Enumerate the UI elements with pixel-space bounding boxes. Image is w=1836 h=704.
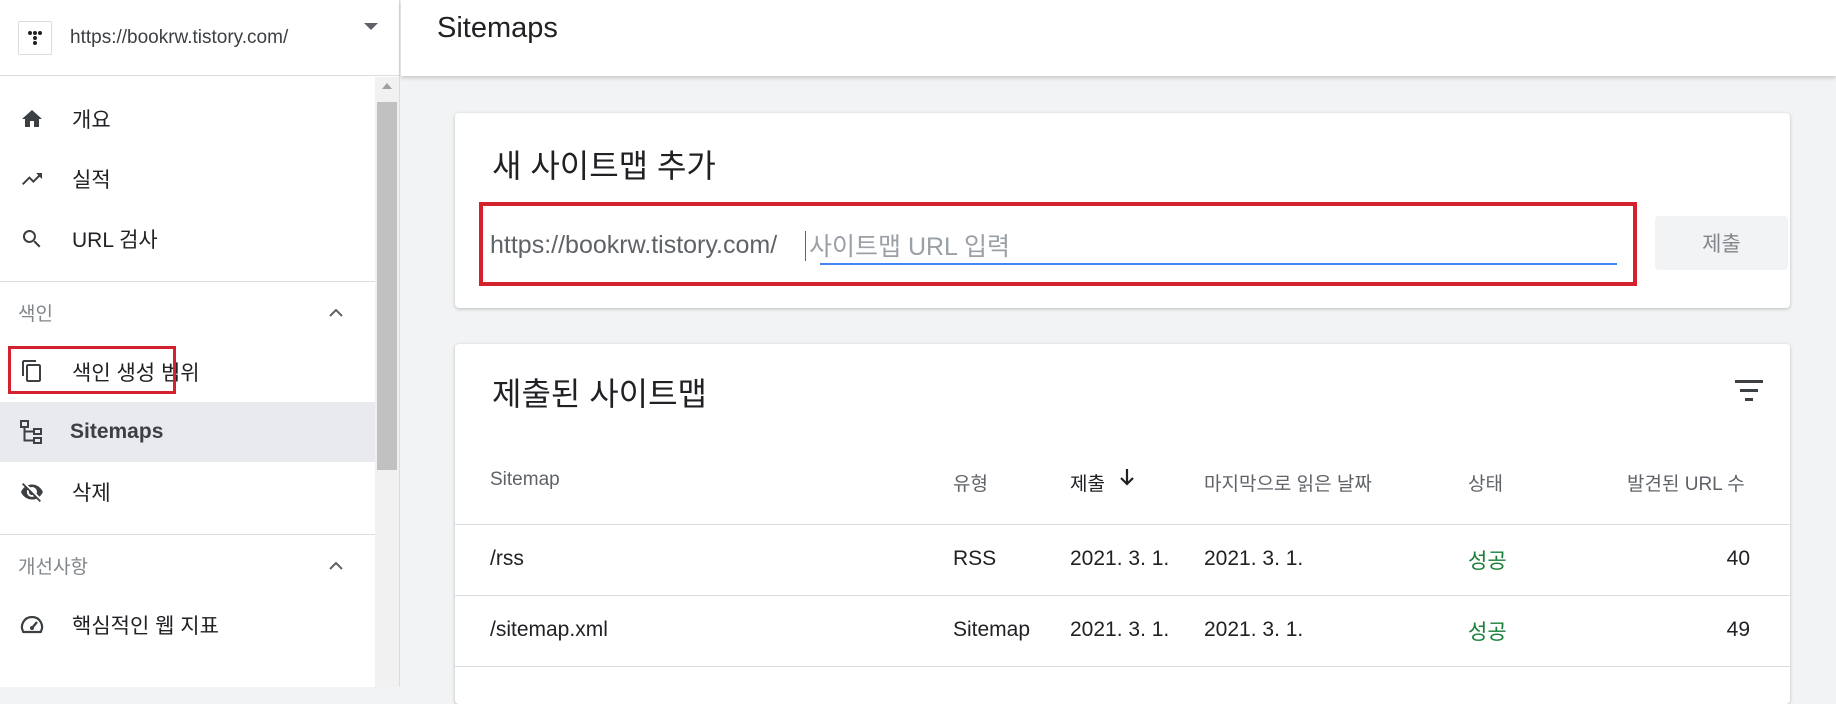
cell-urls: 40 — [1726, 547, 1750, 570]
page-header: Sitemaps — [401, 0, 1836, 76]
filter-icon[interactable] — [1731, 377, 1767, 405]
nav-menu: 개요 실적 URL 검사 색인 색인 생성 범위 Sitemaps 삭제 개선사… — [0, 77, 375, 687]
cell-urls: 49 — [1726, 618, 1750, 641]
column-header-submitted[interactable]: 제출 — [1070, 469, 1105, 496]
sidebar-item-sitemaps[interactable]: Sitemaps — [0, 402, 375, 462]
cell-submitted: 2021. 3. 1. — [1070, 547, 1170, 570]
column-header-last-read[interactable]: 마지막으로 읽은 날짜 — [1204, 469, 1372, 496]
sitemap-url-input[interactable] — [807, 227, 1617, 267]
scroll-up-icon[interactable] — [382, 83, 392, 89]
sidebar-item-label: URL 검사 — [72, 229, 158, 252]
chevron-up-icon — [329, 561, 343, 570]
sidebar-item-label: 개요 — [72, 109, 111, 132]
sidebar-item-performance[interactable]: 실적 — [0, 149, 375, 209]
cell-submitted: 2021. 3. 1. — [1070, 618, 1170, 641]
column-header-type[interactable]: 유형 — [953, 469, 988, 496]
sidebar-scrollbar[interactable] — [375, 77, 399, 687]
section-label: 색인 — [18, 303, 53, 325]
sitemap-url-prefix: https://bookrw.tistory.com/ — [490, 231, 778, 259]
sidebar-item-label: 삭제 — [72, 482, 111, 505]
sidebar-item-label: 핵심적인 웹 지표 — [72, 615, 219, 638]
scroll-thumb[interactable] — [377, 102, 397, 470]
submit-button[interactable]: 제출 — [1655, 216, 1788, 270]
property-dropdown-button[interactable] — [350, 10, 390, 44]
coverage-icon — [18, 358, 46, 386]
cell-type: RSS — [953, 547, 997, 570]
cell-last-read: 2021. 3. 1. — [1204, 547, 1304, 570]
cell-sitemap: /sitemap.xml — [490, 618, 608, 641]
visibility-off-icon — [18, 478, 46, 506]
sidebar: https://bookrw.tistory.com/ 개요 실적 URL 검사… — [0, 0, 400, 687]
column-header-sitemap[interactable]: Sitemap — [490, 469, 560, 491]
search-icon — [18, 225, 46, 253]
section-label: 개선사항 — [18, 556, 88, 578]
cell-status: 성공 — [1468, 621, 1507, 644]
sidebar-item-removals[interactable]: 삭제 — [0, 462, 375, 522]
property-url: https://bookrw.tistory.com/ — [70, 26, 289, 48]
sidebar-item-overview[interactable]: 개요 — [0, 89, 375, 149]
page-title: Sitemaps — [437, 12, 558, 44]
section-index-header[interactable]: 색인 — [0, 282, 375, 342]
cell-last-read: 2021. 3. 1. — [1204, 618, 1304, 641]
trending-up-icon — [18, 165, 46, 193]
row-divider — [455, 524, 1790, 525]
sidebar-item-coverage[interactable]: 색인 생성 범위 — [0, 342, 375, 402]
home-icon — [18, 105, 46, 133]
column-header-urls[interactable]: 발견된 URL 수 — [1627, 469, 1745, 496]
sidebar-item-url-inspection[interactable]: URL 검사 — [0, 209, 375, 269]
section-enhancements-header[interactable]: 개선사항 — [0, 535, 375, 595]
sidebar-item-label: Sitemaps — [70, 420, 164, 443]
chevron-down-icon — [364, 23, 378, 30]
input-underline — [820, 263, 1617, 265]
cell-sitemap: /rss — [490, 547, 524, 570]
add-sitemap-card: 새 사이트맵 추가 https://bookrw.tistory.com/ 제출 — [455, 113, 1790, 308]
column-header-status[interactable]: 상태 — [1468, 469, 1503, 496]
property-selector[interactable]: https://bookrw.tistory.com/ — [0, 0, 399, 76]
submitted-sitemaps-title: 제출된 사이트맵 — [492, 376, 707, 412]
row-divider — [455, 666, 1790, 667]
sidebar-item-label: 색인 생성 범위 — [72, 362, 200, 385]
add-sitemap-title: 새 사이트맵 추가 — [492, 148, 716, 184]
cell-type: Sitemap — [953, 618, 1031, 641]
sidebar-item-label: 실적 — [72, 169, 111, 192]
sitemap-icon — [18, 418, 46, 446]
sort-arrow-down-icon[interactable] — [1118, 466, 1136, 488]
chevron-up-icon — [329, 308, 343, 317]
speed-gauge-icon — [18, 611, 46, 639]
submitted-sitemaps-card: 제출된 사이트맵 Sitemap 유형 제출 마지막으로 읽은 날짜 상태 발견… — [455, 344, 1790, 704]
text-cursor — [805, 231, 806, 261]
cell-status: 성공 — [1468, 550, 1507, 573]
row-divider — [455, 595, 1790, 596]
property-logo-icon — [18, 20, 52, 55]
sidebar-item-core-web-vitals[interactable]: 핵심적인 웹 지표 — [0, 595, 375, 655]
